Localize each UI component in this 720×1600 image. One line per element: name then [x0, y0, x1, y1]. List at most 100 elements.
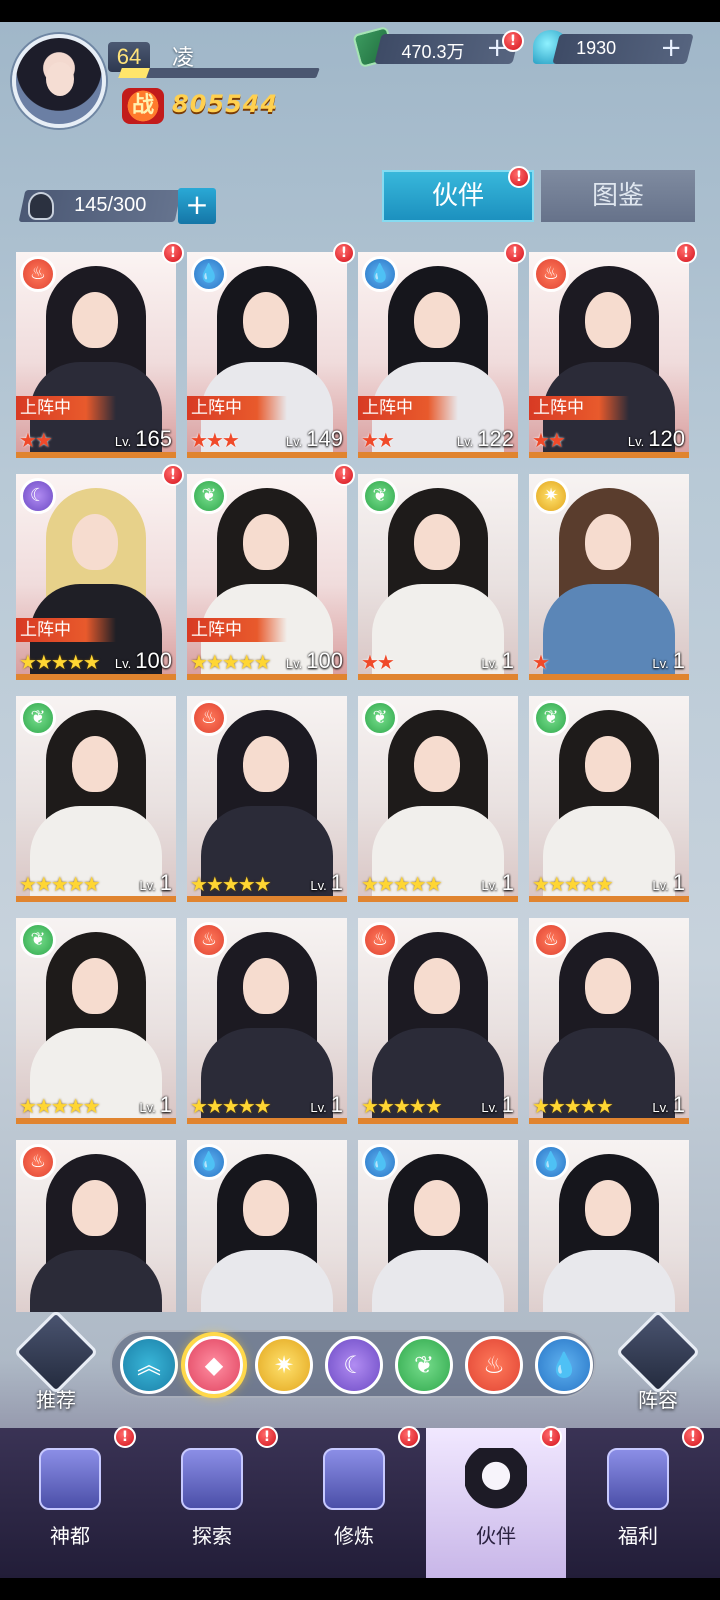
level-prefix: Lv. [139, 1100, 156, 1115]
star-rating: ★★ [532, 428, 566, 452]
partner-card[interactable]: ❦ 上阵中 ★★★★★ Lv. 100 [187, 474, 347, 680]
deployed-label: 上阵中 [529, 396, 629, 420]
element-wind-icon: ❦ [20, 700, 56, 736]
partner-card[interactable]: 💧 上阵中 ★★ Lv. 122 [358, 252, 518, 458]
partner-card[interactable]: ♨ 上阵中 ★★ Lv. 120 [529, 252, 689, 458]
level-prefix: Lv. [310, 1100, 327, 1115]
nav-alert-badge: ! [114, 1426, 136, 1448]
nav-label: 伙伴 [476, 1524, 516, 1548]
recommend-button[interactable]: 推荐 [13, 1309, 99, 1412]
partner-card[interactable]: ❦ ★★★★★ Lv. 1 [358, 696, 518, 902]
partner-card[interactable]: ♨ ★★★★★ Lv. 1 [358, 918, 518, 1124]
star-rating: ★★ [19, 428, 53, 452]
filter-water-icon[interactable]: 💧 [535, 1336, 593, 1394]
level-value: 1 [330, 870, 343, 895]
nav-item-3[interactable]: 伙伴 [426, 1428, 566, 1578]
level-prefix: Lv. [285, 434, 303, 449]
partner-card[interactable]: ✷ ★ Lv. 1 [529, 474, 689, 680]
partner-card[interactable]: ❦ ★★★★★ Lv. 1 [16, 918, 176, 1124]
level-value: 1 [159, 1092, 172, 1117]
element-wind-icon: ❦ [191, 478, 227, 514]
star-rating: ★★★★★ [19, 872, 101, 896]
level-prefix: Lv. [652, 1100, 669, 1115]
element-fire-icon: ♨ [362, 922, 398, 958]
deployed-label: 上阵中 [16, 396, 116, 420]
level-value: 1 [501, 870, 514, 895]
partner-card[interactable]: ♨ ★★★★★ Lv. 1 [187, 696, 347, 902]
element-water-icon: 💧 [362, 256, 398, 292]
star-rating: ★★★★★ [19, 1094, 101, 1118]
level-prefix: Lv. [652, 656, 669, 671]
partner-card[interactable]: 💧 [187, 1140, 347, 1312]
partner-level: Lv. 120 [628, 426, 685, 452]
level-prefix: Lv. [139, 878, 156, 893]
nav-alert-badge: ! [256, 1426, 278, 1448]
deployed-label: 上阵中 [187, 396, 287, 420]
currency-cash[interactable]: 470.3万 + [374, 33, 520, 64]
lineup-icon [615, 1309, 701, 1395]
partner-card[interactable]: 💧 [358, 1140, 518, 1312]
level-prefix: Lv. [285, 656, 303, 671]
nav-alert-badge: ! [398, 1426, 420, 1448]
level-value: 1 [501, 1092, 514, 1117]
partner-card[interactable]: ☾ 上阵中 ★★★★★ Lv. 100 [16, 474, 176, 680]
card-alert-badge: ! [333, 242, 355, 264]
partner-card[interactable]: ❦ ★★ Lv. 1 [358, 474, 518, 680]
partner-card[interactable]: ♨ [16, 1140, 176, 1312]
partner-card[interactable]: ♨ 上阵中 ★★ Lv. 165 [16, 252, 176, 458]
card-alert-badge: ! [333, 464, 355, 486]
expand-roster-button[interactable]: + [178, 188, 216, 224]
level-prefix: Lv. [627, 434, 645, 449]
card-alert-badge: ! [675, 242, 697, 264]
element-moon-icon: ☾ [20, 478, 56, 514]
element-wind-icon: ❦ [362, 700, 398, 736]
level-prefix: Lv. [114, 434, 132, 449]
nav-item-1[interactable]: 探索 [142, 1428, 282, 1578]
filter-sun-icon[interactable]: ✷ [255, 1336, 313, 1394]
card-alert-badge: ! [162, 464, 184, 486]
partner-card[interactable]: ❦ ★★★★★ Lv. 1 [529, 696, 689, 902]
partner-level: Lv. 1 [310, 1092, 343, 1118]
hood-icon [28, 192, 54, 220]
partner-level: Lv. 1 [481, 1092, 514, 1118]
partner-level: Lv. 100 [286, 648, 343, 674]
element-fire-icon: ♨ [191, 700, 227, 736]
element-wind-icon: ❦ [20, 922, 56, 958]
gift-icon [607, 1448, 669, 1510]
player-avatar[interactable] [12, 34, 106, 128]
level-value: 1 [501, 648, 514, 673]
nav-item-0[interactable]: 神都 [0, 1428, 140, 1578]
level-value: 1 [672, 648, 685, 673]
filter-special-icon[interactable]: ◆ [185, 1336, 243, 1394]
nav-alert-badge: ! [682, 1426, 704, 1448]
level-value: 149 [306, 426, 343, 451]
tab-codex[interactable]: 图鉴 [541, 170, 695, 222]
partner-card[interactable]: ♨ ★★★★★ Lv. 1 [187, 918, 347, 1124]
element-water-icon: 💧 [362, 1144, 398, 1180]
partner-card[interactable]: 💧 上阵中 ★★★ Lv. 149 [187, 252, 347, 458]
partner-card[interactable]: ❦ ★★★★★ Lv. 1 [16, 696, 176, 902]
player-name: 凌 [172, 46, 195, 71]
lineup-button[interactable]: 阵容 [615, 1309, 701, 1412]
level-value: 120 [648, 426, 685, 451]
partner-level: Lv. 122 [457, 426, 514, 452]
level-prefix: Lv. [481, 656, 498, 671]
element-wind-icon: ❦ [533, 700, 569, 736]
element-wind-icon: ❦ [362, 478, 398, 514]
level-prefix: Lv. [481, 878, 498, 893]
filter-moon-icon[interactable]: ☾ [325, 1336, 383, 1394]
filter-all-icon[interactable]: ︽ [120, 1336, 178, 1394]
level-progress-bar [118, 68, 320, 78]
currency-gem[interactable]: 1930 + [552, 33, 694, 64]
gem-add-button[interactable]: + [660, 33, 682, 63]
partner-card[interactable]: 💧 [529, 1140, 689, 1312]
nav-label: 神都 [50, 1524, 90, 1548]
nav-label: 探索 [192, 1524, 232, 1548]
nav-item-4[interactable]: 福利 [568, 1428, 708, 1578]
element-fire-icon: ♨ [191, 922, 227, 958]
nav-label: 修炼 [334, 1524, 374, 1548]
filter-wind-icon[interactable]: ❦ [395, 1336, 453, 1394]
nav-item-2[interactable]: 修炼 [284, 1428, 424, 1578]
filter-fire-icon[interactable]: ♨ [465, 1336, 523, 1394]
partner-card[interactable]: ♨ ★★★★★ Lv. 1 [529, 918, 689, 1124]
